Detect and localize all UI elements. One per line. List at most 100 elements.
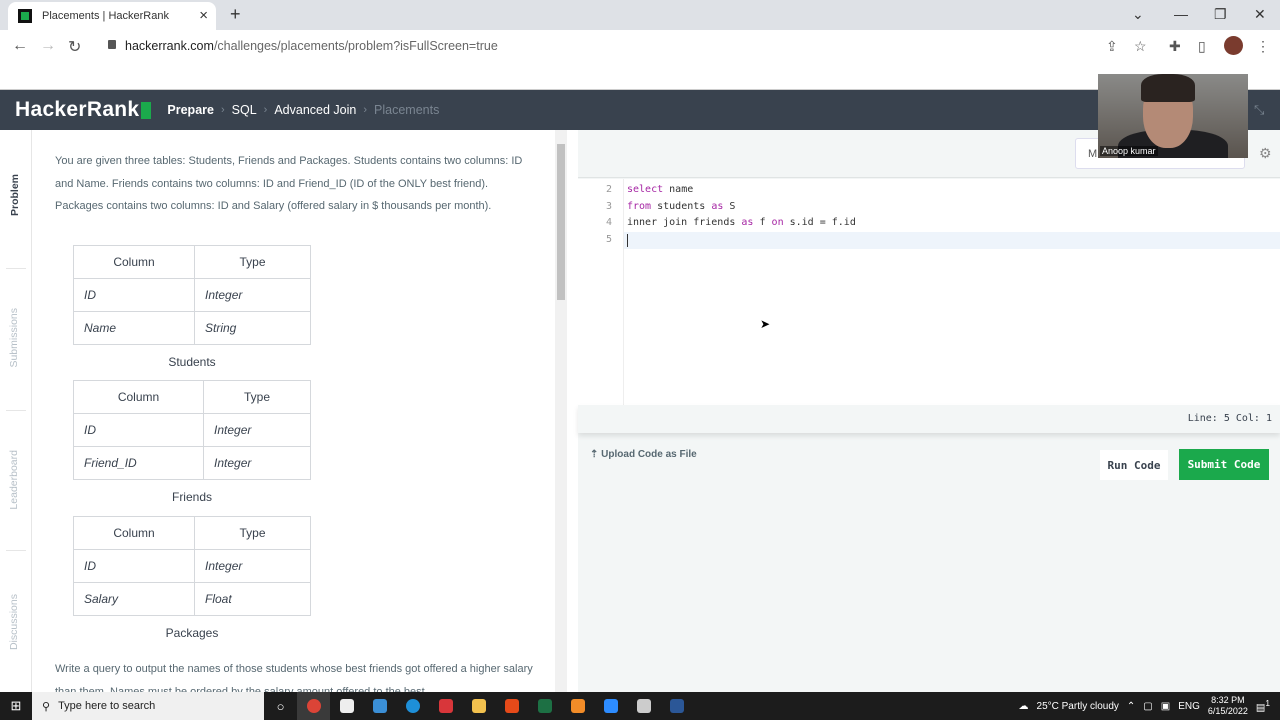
submit-code-button[interactable]: Submit Code [1179, 449, 1269, 480]
table-cell: Friend_ID [73, 446, 204, 480]
office-icon[interactable] [495, 692, 528, 720]
screen-icon[interactable] [627, 692, 660, 720]
upload-code-link[interactable]: ⇡ Upload Code as File [590, 449, 697, 460]
restore-button[interactable]: ❐ [1214, 6, 1227, 23]
hackerrank-logo[interactable]: HackerRank [15, 98, 152, 122]
hackerrank-header: HackerRank Prepare › SQL › Advanced Join › … [0, 90, 1280, 130]
minimize-button[interactable]: — [1174, 6, 1188, 22]
schema-table-packages: Column Type ID Integer Salary Float Packages [73, 516, 311, 645]
schema-table-friends: Column Type ID Integer Friend_ID Integer Frien… [73, 380, 311, 509]
code-token: inner join friends [627, 217, 736, 229]
side-panel-icon[interactable]: ▯ [1198, 38, 1206, 55]
column-header: Type [194, 245, 311, 279]
scrollbar-thumb[interactable] [557, 144, 565, 300]
table-cell: ID [73, 278, 195, 312]
app-icon[interactable] [363, 692, 396, 720]
line-number: 3 [605, 200, 612, 212]
code-line[interactable]: select name [627, 184, 693, 195]
taskbar-search-input[interactable]: ⚲ Type here to search [32, 692, 264, 720]
system-tray: ☁ 25°C Partly cloudy ⌃ ▢ ▣ ENG 8:32 PM 6/1… [1019, 692, 1280, 720]
code-line[interactable]: from students as S [627, 201, 735, 212]
extensions-icon[interactable]: ✚ [1169, 38, 1181, 55]
problem-statement: You are given three tables: Students, Fr… [32, 130, 555, 692]
date: 6/15/2022 [1207, 706, 1248, 716]
tab-search-icon[interactable]: ⌄ [1132, 6, 1144, 23]
line-gutter [578, 179, 624, 405]
close-window-button[interactable]: ✕ [1254, 6, 1266, 23]
column-header: Column [73, 245, 195, 279]
tab-leaderboard[interactable]: Leaderboard [8, 450, 20, 510]
table-row: Friend_ID Integer [73, 446, 311, 480]
sublime-icon[interactable] [561, 692, 594, 720]
sql-keyword: on [771, 217, 784, 229]
chrome-icon[interactable] [297, 692, 330, 720]
settings-gear-icon[interactable]: ⚙ [1259, 145, 1272, 162]
zoom-icon[interactable] [594, 692, 627, 720]
file-explorer-icon[interactable] [462, 692, 495, 720]
schema-table: Column Type ID Integer Name String [73, 245, 311, 345]
tab-submissions[interactable]: Submissions [8, 308, 20, 368]
table-cell: Name [73, 311, 195, 345]
table-row: Name String [73, 311, 311, 345]
breadcrumb-prepare[interactable]: Prepare [167, 103, 214, 117]
sql-keyword: as [711, 200, 724, 212]
sql-keyword: as [741, 217, 754, 229]
browser-tab[interactable]: Placements | HackerRank × [8, 2, 216, 30]
notification-count: 1 [1265, 698, 1270, 709]
windows-start-icon[interactable]: ⊞ [0, 698, 32, 714]
menu-icon[interactable]: ⋮ [1256, 38, 1270, 55]
webcam-name: Anoop kumar [1100, 146, 1158, 156]
close-tab-icon[interactable]: × [199, 7, 208, 24]
code-line[interactable]: inner join friends as f on s.id = f.id [627, 217, 856, 228]
chevron-up-icon[interactable]: ⌃ [1127, 701, 1135, 712]
cursor-position: Line: 5 Col: 1 [1187, 413, 1272, 424]
table-cell: ID [73, 549, 195, 583]
edge-icon[interactable] [396, 692, 429, 720]
share-icon[interactable]: ⇪ [1106, 38, 1118, 55]
url-path: /challenges/placements/problem?isFullScr… [213, 39, 498, 53]
code-token: s.id = f.id [789, 217, 856, 229]
sql-keyword: select [627, 184, 664, 195]
gift-icon[interactable] [429, 692, 462, 720]
language-indicator[interactable]: ENG [1178, 701, 1200, 712]
excel-icon[interactable] [528, 692, 561, 720]
word-icon[interactable] [660, 692, 693, 720]
table-cell: Float [194, 582, 311, 616]
breadcrumb-sql[interactable]: SQL [232, 103, 257, 117]
forward-icon[interactable]: → [40, 37, 56, 55]
line-number: 2 [605, 184, 612, 195]
tab-problem[interactable]: Problem [9, 174, 21, 216]
column-header: Column [73, 380, 204, 414]
back-icon[interactable]: ← [12, 37, 28, 55]
webcam-overlay: Anoop kumar [1098, 74, 1248, 158]
run-code-button[interactable]: Run Code [1100, 450, 1168, 480]
logo-square [141, 101, 152, 119]
webcam-person-hair [1141, 74, 1195, 102]
new-tab-button[interactable]: + [230, 4, 241, 25]
notifications-icon[interactable]: ▤1 [1256, 698, 1270, 713]
table-cell: Integer [203, 446, 311, 480]
bookmark-star-icon[interactable]: ☆ [1134, 38, 1147, 55]
weather-text[interactable]: 25°C Partly cloudy [1037, 701, 1119, 712]
mail-icon[interactable] [330, 692, 363, 720]
table-cell: String [194, 311, 311, 345]
divider [6, 410, 26, 411]
table-row: ID Integer [73, 549, 311, 583]
tab-discussions[interactable]: Discussions [8, 594, 20, 650]
display-icon[interactable]: ▣ [1161, 701, 1170, 712]
divider [6, 550, 26, 551]
lock-icon[interactable] [108, 40, 116, 49]
exit-fullscreen-icon[interactable]: ⤡ [1254, 102, 1264, 118]
reload-icon[interactable]: ↻ [68, 37, 81, 57]
profile-avatar[interactable] [1224, 36, 1243, 55]
schema-table: Column Type ID Integer Salary Float [73, 516, 311, 616]
cortana-icon[interactable]: ○ [264, 692, 297, 720]
clock[interactable]: 8:32 PM 6/15/2022 [1208, 695, 1248, 717]
windows-taskbar: ⊞ ⚲ Type here to search ○ ☁ 25°C Partly cl… [0, 692, 1280, 720]
breadcrumb-advanced-join[interactable]: Advanced Join [274, 103, 356, 117]
meet-icon[interactable]: ▢ [1143, 701, 1152, 712]
search-placeholder: Type here to search [58, 700, 156, 712]
problem-intro: You are given three tables: Students, Fr… [55, 155, 523, 212]
url-input[interactable]: hackerrank.com/challenges/placements/pro… [100, 34, 1100, 58]
code-editor[interactable] [578, 179, 1280, 405]
